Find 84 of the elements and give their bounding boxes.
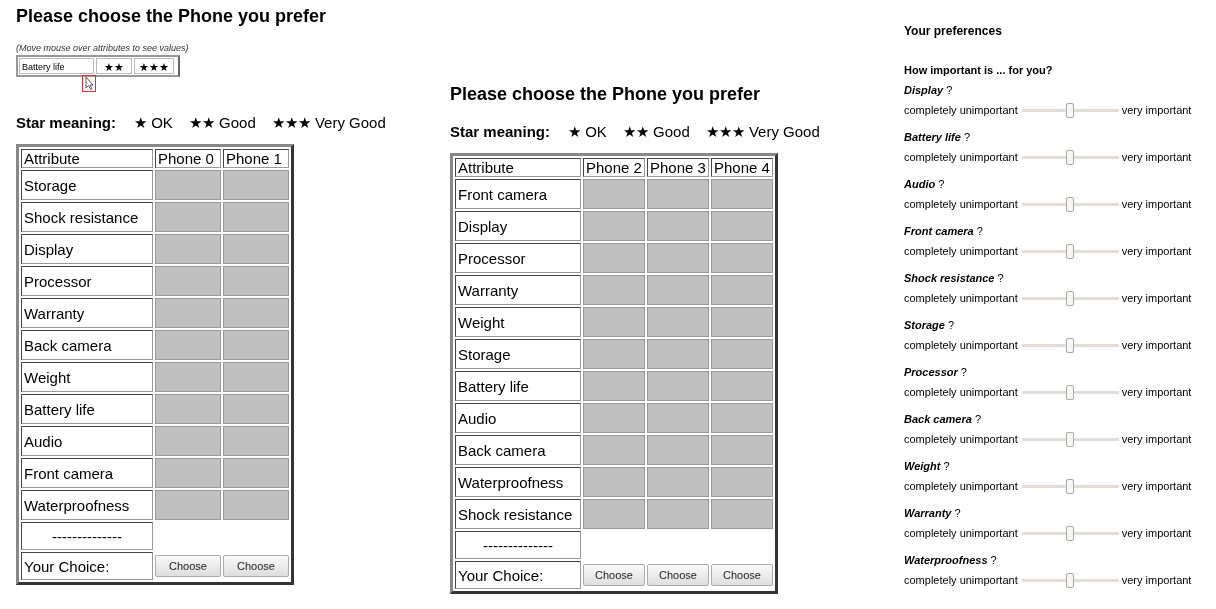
attribute-cell[interactable]: Warranty [21,298,153,328]
max-label: very important [1121,198,1192,210]
attribute-cell[interactable]: Weight [455,307,581,337]
choose-button[interactable]: Choose [583,564,645,586]
attribute-cell[interactable]: Shock resistance [21,202,153,232]
star-legend-item: ★★★ Very Good [271,114,386,132]
choose-button[interactable]: Choose [223,555,289,577]
min-label: completely unimportant [904,433,1018,445]
star-meaning-label: Star meaning: [16,114,117,131]
star-meaning-label: Star meaning: [450,123,551,140]
max-label: very important [1121,433,1192,445]
attribute-cell[interactable]: Waterproofness [21,490,153,520]
column-header: Phone 4 [711,158,773,177]
star-legend-item: ★★★ Very Good [705,123,820,141]
attribute-cell[interactable]: Processor [455,243,581,273]
max-label: very important [1121,480,1192,492]
choose-button[interactable]: Choose [711,564,773,586]
page-title: Please choose the Phone you prefer [450,84,761,105]
min-label: completely unimportant [904,198,1018,210]
attribute-question: Warranty ? [904,507,961,521]
attribute-cell[interactable]: Audio [455,403,581,433]
attribute-cell[interactable]: Storage [455,339,581,369]
attribute-cell[interactable]: Back camera [21,330,153,360]
choose-button[interactable]: Choose [647,564,709,586]
attribute-cell[interactable]: Battery life [21,394,153,424]
max-label: very important [1121,574,1192,586]
max-label: very important [1121,339,1192,351]
min-label: completely unimportant [904,527,1018,539]
attribute-cell[interactable]: Processor [21,266,153,296]
max-label: very important [1121,386,1192,398]
separator-cell: -------------- [455,531,581,559]
question-text: How important is ... for you? [904,64,1054,76]
attribute-cell[interactable]: Front camera [21,458,153,488]
attribute-question: Shock resistance ? [904,272,1004,286]
attribute-question: Front camera ? [904,225,983,239]
star-legend-item: ★★ Good [622,123,690,141]
min-label: completely unimportant [904,339,1018,351]
page-title: Please choose the Phone you prefer [16,6,327,27]
min-label: completely unimportant [904,386,1018,398]
min-label: completely unimportant [904,574,1018,586]
column-header: Phone 1 [223,149,289,168]
star-legend-item: ★ OK [568,123,607,141]
attribute-cell[interactable]: Weight [21,362,153,392]
attribute-header: Attribute [21,149,153,168]
column-header: Phone 0 [155,149,221,168]
hint-text: (Move mouse over attributes to see values) [16,43,189,53]
min-label: completely unimportant [904,292,1018,304]
min-label: completely unimportant [904,104,1018,116]
max-label: very important [1121,245,1192,257]
min-label: completely unimportant [904,151,1018,163]
attribute-question: Weight ? [904,460,950,474]
star-legend-item: ★ OK [134,114,173,132]
column-header: Phone 3 [647,158,709,177]
attribute-cell[interactable]: Display [455,211,581,241]
attribute-cell[interactable]: Battery life [455,371,581,401]
column-header: Phone 2 [583,158,645,177]
attribute-cell[interactable]: Warranty [455,275,581,305]
attribute-question: Processor ? [904,366,967,380]
choice-label: Your Choice: [21,552,153,580]
attribute-cell[interactable]: Audio [21,426,153,456]
attribute-cell[interactable]: Display [21,234,153,264]
choose-button[interactable]: Choose [155,555,221,577]
choice-label: Your Choice: [455,561,581,589]
attribute-cell[interactable]: Back camera [455,435,581,465]
attribute-question: Battery life ? [904,131,971,145]
attribute-cell[interactable]: Front camera [455,179,581,209]
attribute-question: Back camera ? [904,413,982,427]
max-label: very important [1121,151,1192,163]
attribute-question: Audio ? [904,178,945,192]
max-label: very important [1121,292,1192,304]
separator-cell: -------------- [21,522,153,550]
star-legend-item: ★★ Good [188,114,256,132]
section-title: Your preferences [904,24,1003,38]
max-label: very important [1121,527,1192,539]
attribute-cell[interactable]: Shock resistance [455,499,581,529]
attribute-question: Waterproofness ? [904,554,997,568]
max-label: very important [1121,104,1192,116]
attribute-cell[interactable]: Storage [21,170,153,200]
min-label: completely unimportant [904,245,1018,257]
attribute-question: Display ? [904,84,953,98]
attribute-header: Attribute [455,158,581,177]
min-label: completely unimportant [904,480,1018,492]
attribute-cell[interactable]: Waterproofness [455,467,581,497]
attribute-question: Storage ? [904,319,955,333]
